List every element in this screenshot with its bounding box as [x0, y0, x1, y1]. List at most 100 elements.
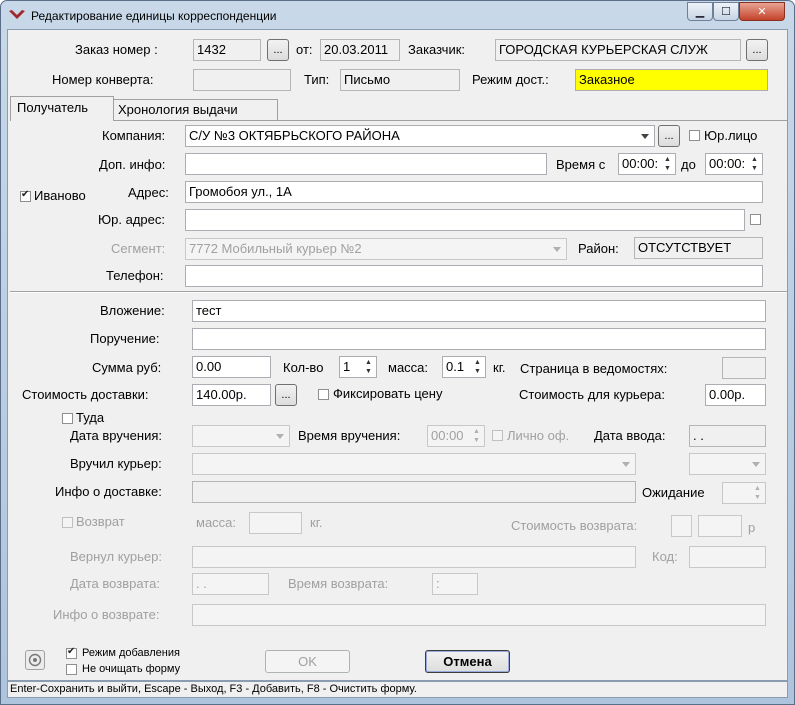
qty-value: 1: [343, 359, 351, 374]
return-checkbox[interactable]: [62, 517, 73, 528]
segment-value: 7772 Мобильный курьер №2: [189, 241, 362, 256]
qty-field[interactable]: 1 ▲ ▼: [339, 356, 377, 378]
extra-info-field[interactable]: [185, 153, 547, 175]
mass-field[interactable]: 0.1 ▲ ▼: [442, 356, 486, 378]
return-code-field[interactable]: [689, 546, 766, 568]
delivery-courier-code-combo[interactable]: [689, 453, 766, 475]
tab-recipient[interactable]: Получатель: [10, 96, 114, 121]
delivery-mode-label: Режим дост.:: [472, 72, 549, 87]
return-date-field[interactable]: . .: [192, 573, 269, 595]
company-value: С/У №3 ОКТЯБРЬСКОГО РАЙОНА: [189, 128, 400, 143]
return-cost-field[interactable]: [698, 515, 742, 537]
envelope-field[interactable]: [193, 69, 291, 91]
mass-value: 0.1: [446, 359, 465, 374]
qty-label: Кол-во: [283, 360, 324, 375]
cancel-button[interactable]: Отмена: [425, 650, 510, 673]
cost-browse-button[interactable]: ...: [275, 384, 297, 406]
maximize-button[interactable]: ☐: [713, 2, 739, 21]
qty-spinner-icon[interactable]: ▲ ▼: [362, 358, 375, 376]
chevron-down-icon: [272, 428, 287, 444]
order-number-field[interactable]: 1432: [193, 39, 261, 61]
fix-price-checkbox[interactable]: [318, 389, 329, 400]
return-info-label: Инфо о возврате:: [53, 607, 160, 622]
customer-field[interactable]: ГОРОДСКАЯ КУРЬЕРСКАЯ СЛУЖ: [495, 39, 741, 61]
segment-combo[interactable]: 7772 Мобильный курьер №2: [185, 238, 567, 260]
delivery-time-spinner-icon[interactable]: ▲ ▼: [470, 427, 483, 445]
return-courier-field[interactable]: [192, 546, 636, 568]
phone-field[interactable]: [185, 265, 763, 287]
entry-date-field[interactable]: . .: [689, 425, 766, 447]
order-browse-button[interactable]: ...: [267, 39, 289, 61]
delivery-mode-field[interactable]: Заказное: [575, 69, 768, 91]
ok-button[interactable]: OK: [265, 650, 350, 673]
attachment-field[interactable]: тест: [192, 300, 766, 322]
chevron-down-icon: [618, 456, 633, 472]
mass-spinner-icon[interactable]: ▲ ▼: [471, 358, 484, 376]
maximize-icon: ☐: [721, 6, 731, 18]
close-button[interactable]: ✕: [739, 2, 785, 21]
attachment-label: Вложение:: [100, 303, 165, 318]
delivery-courier-combo[interactable]: [192, 453, 636, 475]
time-to-field[interactable]: 00:00: ▲ ▼: [705, 153, 763, 175]
delivery-info-field[interactable]: [192, 481, 636, 503]
time-from-label: Время с: [556, 157, 606, 172]
time-from-spinner-icon[interactable]: ▲ ▼: [661, 155, 674, 173]
address-field[interactable]: Громобоя ул., 1А: [185, 181, 763, 203]
company-combo[interactable]: С/У №3 ОКТЯБРЬСКОГО РАЙОНА: [185, 125, 655, 147]
order-date-label: от:: [296, 42, 313, 57]
envelope-label: Номер конверта:: [52, 72, 154, 87]
time-from-field[interactable]: 00:00: ▲ ▼: [618, 153, 676, 175]
cost-label: Стоимость доставки:: [22, 387, 149, 402]
no-clear-checkbox[interactable]: [66, 664, 77, 675]
cost-field[interactable]: 140.00р.: [192, 384, 271, 406]
help-button[interactable]: [25, 650, 45, 670]
return-time-field[interactable]: :: [432, 573, 478, 595]
there-label: Туда: [76, 410, 105, 425]
customer-label: Заказчик:: [408, 42, 466, 57]
personal-checkbox[interactable]: [492, 430, 503, 441]
delivery-time-field[interactable]: 00:00 ▲ ▼: [427, 425, 485, 447]
return-cost-flag-field[interactable]: [671, 515, 692, 537]
type-field[interactable]: Письмо: [340, 69, 460, 91]
customer-browse-button[interactable]: ...: [746, 39, 768, 61]
legal-address-checkbox[interactable]: [750, 214, 761, 225]
city-checkbox[interactable]: [20, 189, 31, 202]
return-info-field[interactable]: [192, 604, 766, 626]
return-code-label: Код:: [652, 549, 678, 564]
delivery-date-combo[interactable]: [192, 425, 290, 447]
address-label: Адрес:: [128, 185, 169, 200]
close-icon: ✕: [757, 6, 767, 18]
return-cost-label: Стоимость возврата:: [511, 518, 638, 533]
legal-address-field[interactable]: [185, 209, 745, 231]
tab-recipient-label: Получатель: [17, 100, 89, 115]
wait-field[interactable]: ▲ ▼: [722, 482, 766, 504]
sum-field[interactable]: 0.00: [192, 356, 271, 378]
order-date-field[interactable]: 20.03.2011: [320, 39, 400, 61]
title-bar[interactable]: Редактирование единицы корреспонденции ▁…: [1, 1, 794, 29]
add-mode-checkbox[interactable]: [66, 646, 77, 659]
mass-unit-label: кг.: [493, 360, 506, 375]
tab-history[interactable]: Хронология выдачи: [114, 99, 278, 120]
legal-entity-checkbox[interactable]: [689, 130, 700, 141]
courier-cost-label: Стоимость для курьера:: [519, 387, 666, 402]
time-to-spinner-icon[interactable]: ▲ ▼: [748, 155, 761, 173]
courier-cost-field[interactable]: 0.00р.: [705, 384, 766, 406]
return-courier-label: Вернул курьер:: [70, 549, 162, 564]
dialog-client: Заказ номер : 1432 ... от: 20.03.2011 За…: [7, 29, 788, 681]
delivery-time-value: 00:00: [431, 428, 464, 443]
district-field[interactable]: ОТСУТСТВУЕТ: [634, 237, 763, 259]
personal-label: Лично оф.: [507, 428, 570, 443]
company-browse-button[interactable]: ...: [658, 125, 680, 147]
delivery-date-label: Дата вручения:: [70, 428, 162, 443]
order-note-label: Поручение:: [90, 331, 160, 346]
order-note-field[interactable]: [192, 328, 766, 350]
return-time-label: Время возврата:: [288, 576, 389, 591]
return-mass-field[interactable]: [249, 512, 302, 534]
page-field[interactable]: [722, 357, 766, 379]
minimize-button[interactable]: ▁: [687, 2, 713, 21]
there-checkbox[interactable]: [62, 413, 73, 424]
wait-spinner-icon[interactable]: ▲ ▼: [751, 484, 764, 502]
phone-label: Телефон:: [106, 268, 164, 283]
legal-entity-label: Юр.лицо: [704, 128, 758, 143]
time-to-value: 00:00:: [709, 156, 746, 171]
